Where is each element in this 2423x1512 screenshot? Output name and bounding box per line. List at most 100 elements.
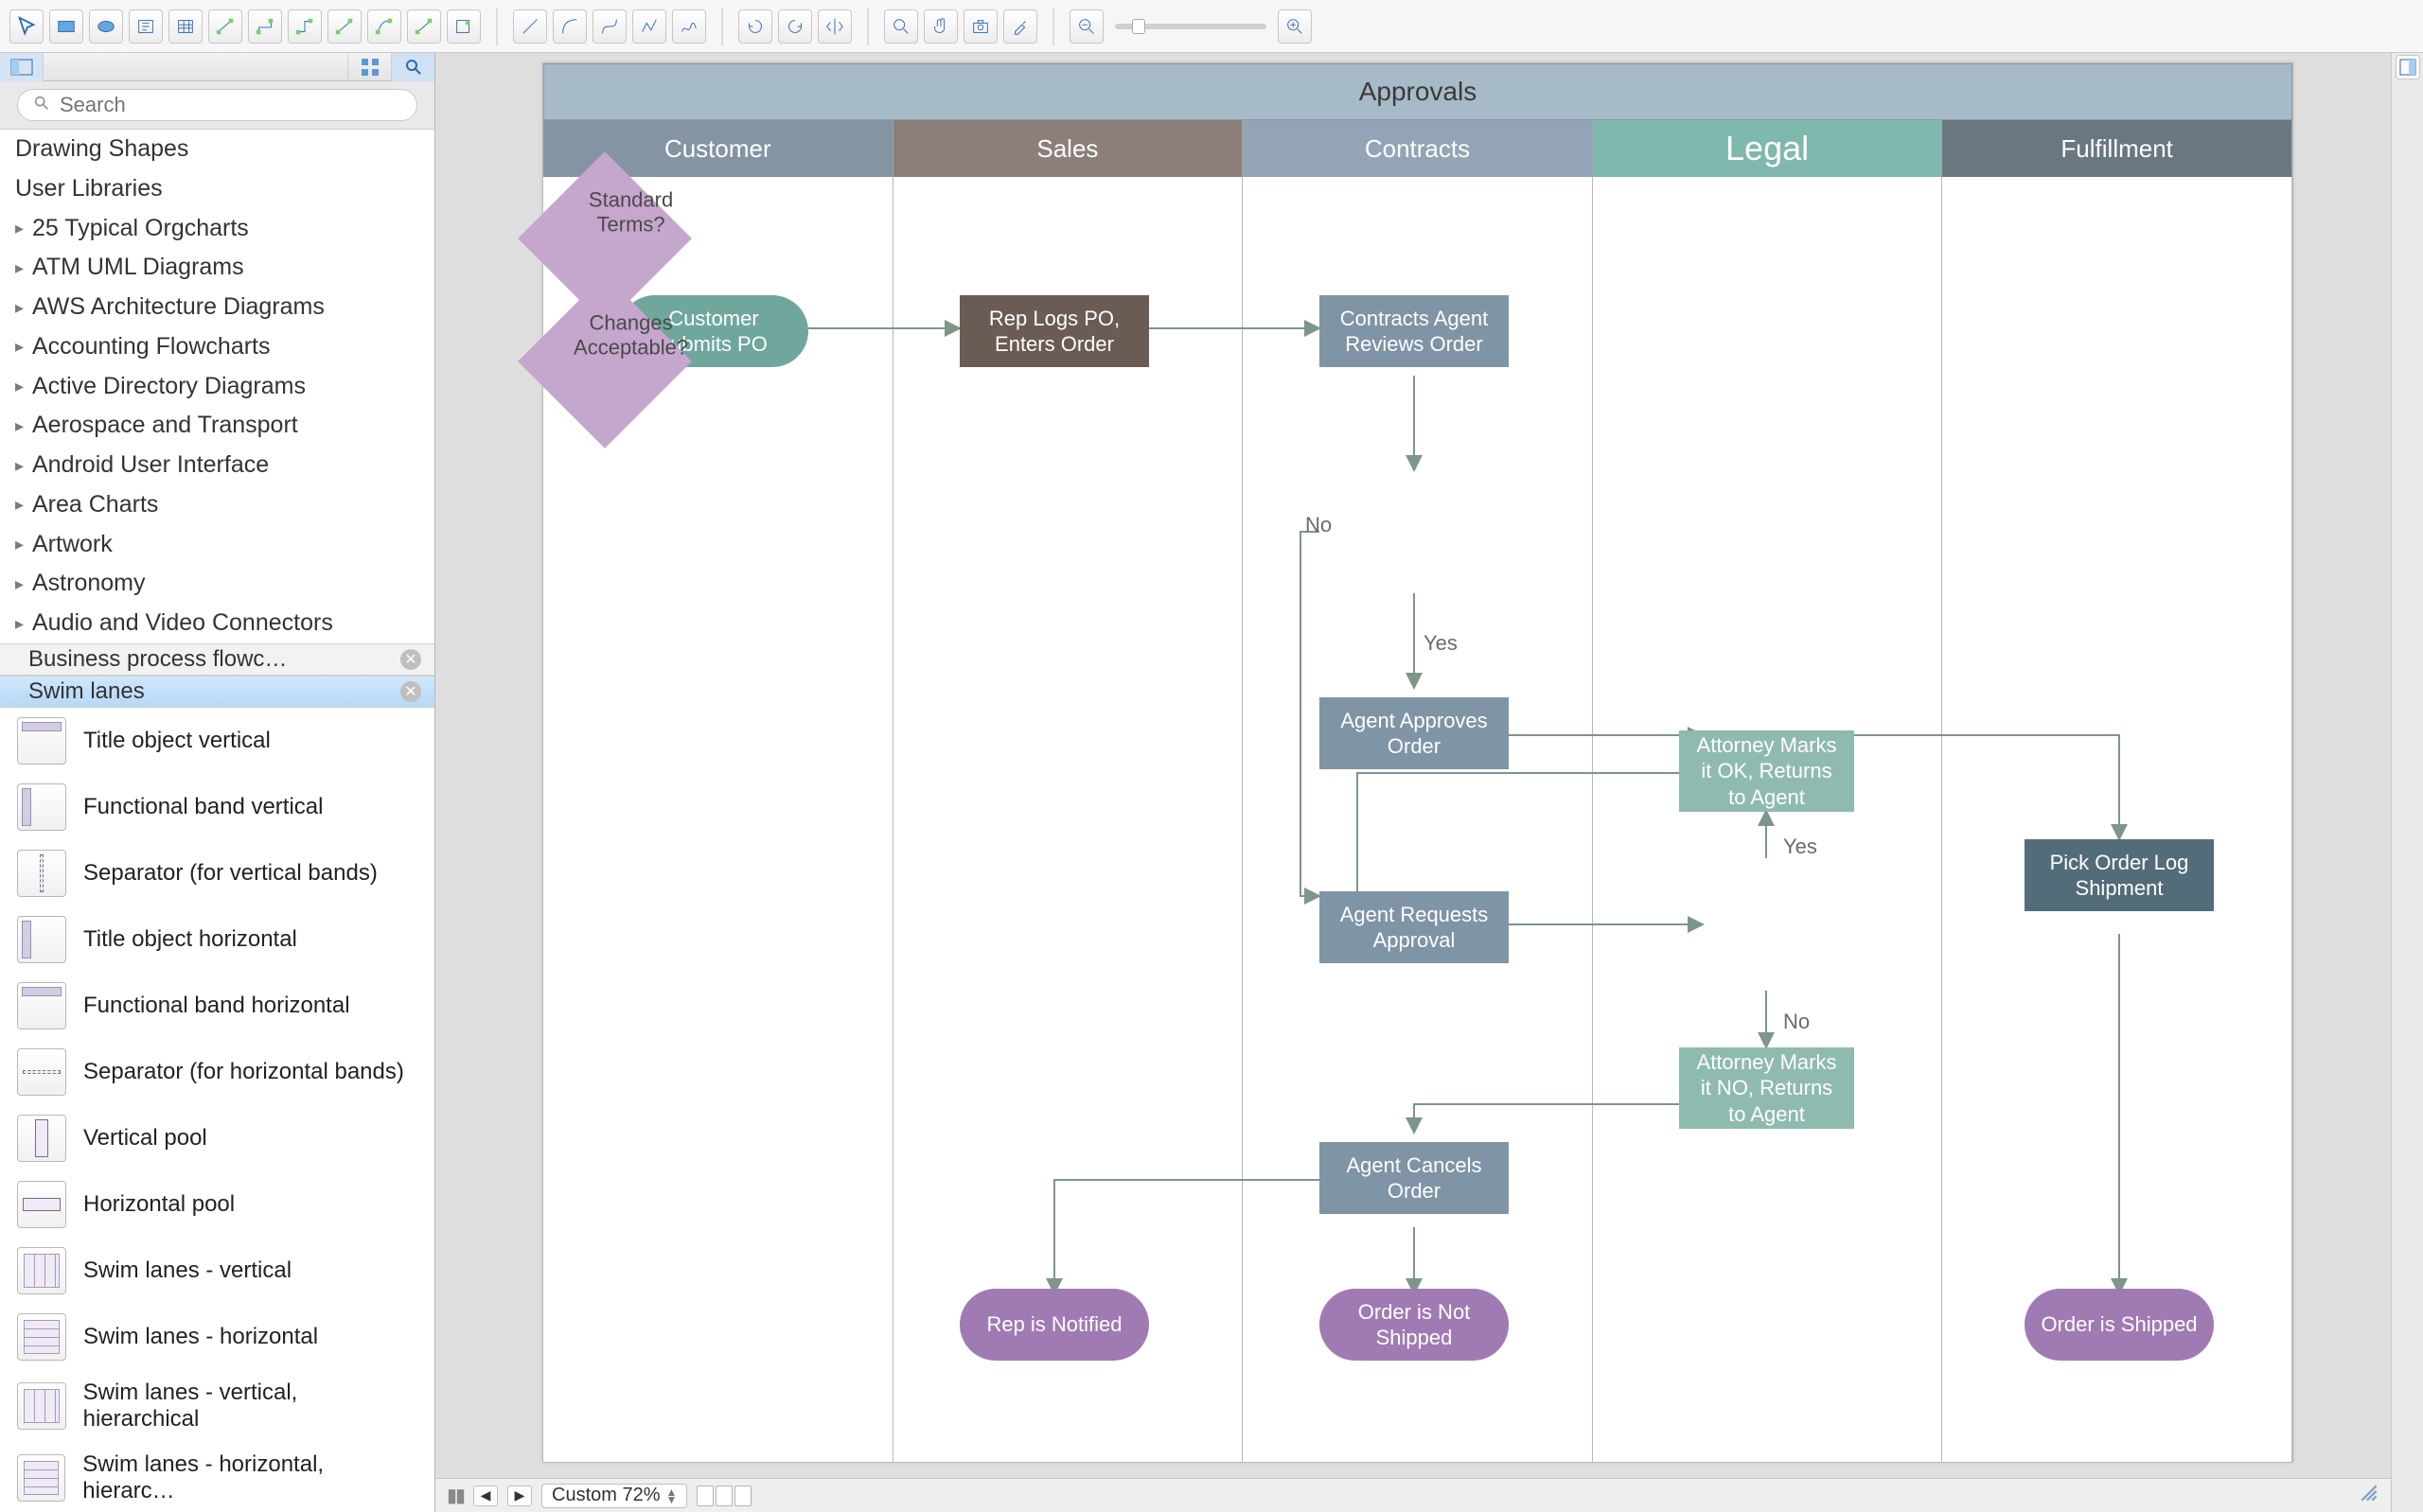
tree-item[interactable]: ▸Active Directory Diagrams: [0, 367, 434, 407]
tree-item[interactable]: User Libraries: [0, 169, 434, 209]
shape-item[interactable]: Separator (for vertical bands): [0, 840, 434, 906]
tree-item[interactable]: Drawing Shapes: [0, 130, 434, 169]
close-icon[interactable]: ✕: [400, 681, 421, 702]
tree-item[interactable]: ▸ATM UML Diagrams: [0, 248, 434, 288]
chevron-right-icon: ▸: [15, 414, 28, 437]
eyedropper-tool[interactable]: [1003, 9, 1037, 44]
pointer-tool[interactable]: [9, 9, 44, 44]
page-thumbnails[interactable]: [697, 1486, 752, 1506]
lane-header[interactable]: Contracts: [1243, 120, 1593, 177]
connector-tool-2[interactable]: [248, 9, 282, 44]
node-terminator[interactable]: Order is Not Shipped: [1319, 1289, 1509, 1361]
rectangle-tool[interactable]: [49, 9, 83, 44]
zoom-slider[interactable]: [1115, 24, 1266, 29]
tree-item[interactable]: ▸AWS Architecture Diagrams: [0, 288, 434, 327]
shape-item[interactable]: Swim lanes - vertical, hierarchical: [0, 1370, 434, 1442]
shape-item[interactable]: Functional band vertical: [0, 774, 434, 840]
zoom-select[interactable]: Custom 72%▲▼: [541, 1484, 687, 1508]
lane-headers: Customer Sales Contracts Legal Fulfillme…: [543, 120, 2292, 177]
arc-tool[interactable]: [553, 9, 587, 44]
stencil-tab-active[interactable]: Swim lanes✕: [0, 676, 434, 708]
lane-header[interactable]: Legal: [1593, 120, 1943, 177]
ellipse-tool[interactable]: [89, 9, 123, 44]
toolbar-separator: [1052, 8, 1054, 45]
table-tool[interactable]: [168, 9, 203, 44]
tree-item[interactable]: ▸Accounting Flowcharts: [0, 327, 434, 367]
pan-tool[interactable]: [924, 9, 958, 44]
node-terminator[interactable]: Order is Shipped: [2025, 1289, 2214, 1361]
shape-item[interactable]: Vertical pool: [0, 1105, 434, 1171]
node-terminator[interactable]: Rep is Notified: [960, 1289, 1149, 1361]
node-process[interactable]: Attorney Marks it OK, Returns to Agent: [1679, 730, 1854, 812]
zoom-out-button[interactable]: [1070, 9, 1104, 44]
shape-item[interactable]: Functional band horizontal: [0, 973, 434, 1039]
search-icon: [33, 95, 50, 116]
tree-item[interactable]: ▸Astronomy: [0, 564, 434, 604]
node-process[interactable]: Pick Order Log Shipment: [2025, 839, 2214, 911]
shape-item[interactable]: Title object vertical: [0, 708, 434, 774]
connector-tool-5[interactable]: [367, 9, 401, 44]
toolbar-separator: [496, 8, 498, 45]
lane-header[interactable]: Sales: [893, 120, 1244, 177]
zoom-slider-thumb[interactable]: [1132, 19, 1145, 34]
shape-thumb-icon: [17, 1247, 66, 1294]
lane-header[interactable]: Fulfillment: [1942, 120, 2292, 177]
rotate-left-tool[interactable]: [738, 9, 772, 44]
bezier-tool[interactable]: [592, 9, 627, 44]
node-process[interactable]: Attorney Marks it NO, Returns to Agent: [1679, 1047, 1854, 1129]
shape-item[interactable]: Swim lanes - horizontal: [0, 1304, 434, 1370]
flip-tool[interactable]: [818, 9, 852, 44]
resize-corner-icon[interactable]: [2359, 1483, 2379, 1509]
shape-item[interactable]: Title object horizontal: [0, 906, 434, 973]
shape-thumb-icon: [17, 783, 66, 831]
connector-tool-4[interactable]: [327, 9, 362, 44]
tree-item[interactable]: ▸Aerospace and Transport: [0, 406, 434, 446]
search-view-icon[interactable]: [391, 53, 434, 81]
node-process[interactable]: Agent Requests Approval: [1319, 891, 1509, 963]
node-process[interactable]: Agent Approves Order: [1319, 697, 1509, 769]
stencil-tab[interactable]: Business process flowc…✕: [0, 643, 434, 676]
tree-item[interactable]: ▸Area Charts: [0, 485, 434, 525]
search-box[interactable]: [17, 89, 417, 121]
polyline-tool[interactable]: [632, 9, 666, 44]
tree-item[interactable]: ▸Artwork: [0, 525, 434, 565]
search-row: [0, 81, 434, 130]
zoom-in-button[interactable]: [1278, 9, 1312, 44]
stepper-icon[interactable]: ▲▼: [666, 1488, 678, 1503]
shape-item[interactable]: Swim lanes - horizontal, hierarc…: [0, 1442, 434, 1512]
pause-icon[interactable]: ▮▮: [447, 1484, 464, 1507]
search-input[interactable]: [60, 93, 401, 117]
rotate-right-tool[interactable]: [778, 9, 812, 44]
node-process[interactable]: Rep Logs PO, Enters Order: [960, 295, 1149, 367]
grid-view-icon[interactable]: [347, 53, 391, 81]
zoom-fit-tool[interactable]: [884, 9, 918, 44]
shape-item[interactable]: Separator (for horizontal bands): [0, 1039, 434, 1105]
swim-title[interactable]: Approvals: [543, 63, 2292, 120]
export-tool[interactable]: [447, 9, 481, 44]
connector-tool-1[interactable]: [208, 9, 242, 44]
node-process[interactable]: Contracts Agent Reviews Order: [1319, 295, 1509, 367]
connector-tool-6[interactable]: [407, 9, 441, 44]
text-tool[interactable]: [129, 9, 163, 44]
library-panel-icon[interactable]: [0, 53, 44, 81]
line-tool[interactable]: [513, 9, 547, 44]
freehand-tool[interactable]: [672, 9, 706, 44]
tree-item[interactable]: ▸25 Typical Orgcharts: [0, 209, 434, 249]
snapshot-tool[interactable]: [964, 9, 998, 44]
connectors: [543, 177, 2292, 1462]
close-icon[interactable]: ✕: [400, 649, 421, 670]
canvas-scroll[interactable]: Approvals Customer Sales Contracts Legal…: [435, 53, 2391, 1478]
next-page-button[interactable]: ▶: [507, 1486, 532, 1506]
connector-tool-3[interactable]: [288, 9, 322, 44]
tree-item[interactable]: ▸Audio and Video Connectors: [0, 604, 434, 643]
node-process[interactable]: Agent Cancels Order: [1319, 1142, 1509, 1214]
shape-item[interactable]: Swim lanes - vertical: [0, 1238, 434, 1304]
canvas-area: Approvals Customer Sales Contracts Legal…: [435, 53, 2391, 1512]
drawing-page[interactable]: Approvals Customer Sales Contracts Legal…: [542, 62, 2293, 1463]
prev-page-button[interactable]: ◀: [473, 1486, 498, 1506]
right-gutter: [2391, 53, 2423, 1512]
shape-item[interactable]: Horizontal pool: [0, 1171, 434, 1238]
inspector-toggle-icon[interactable]: [2396, 55, 2420, 79]
chevron-right-icon: ▸: [15, 335, 28, 358]
tree-item[interactable]: ▸Android User Interface: [0, 446, 434, 485]
